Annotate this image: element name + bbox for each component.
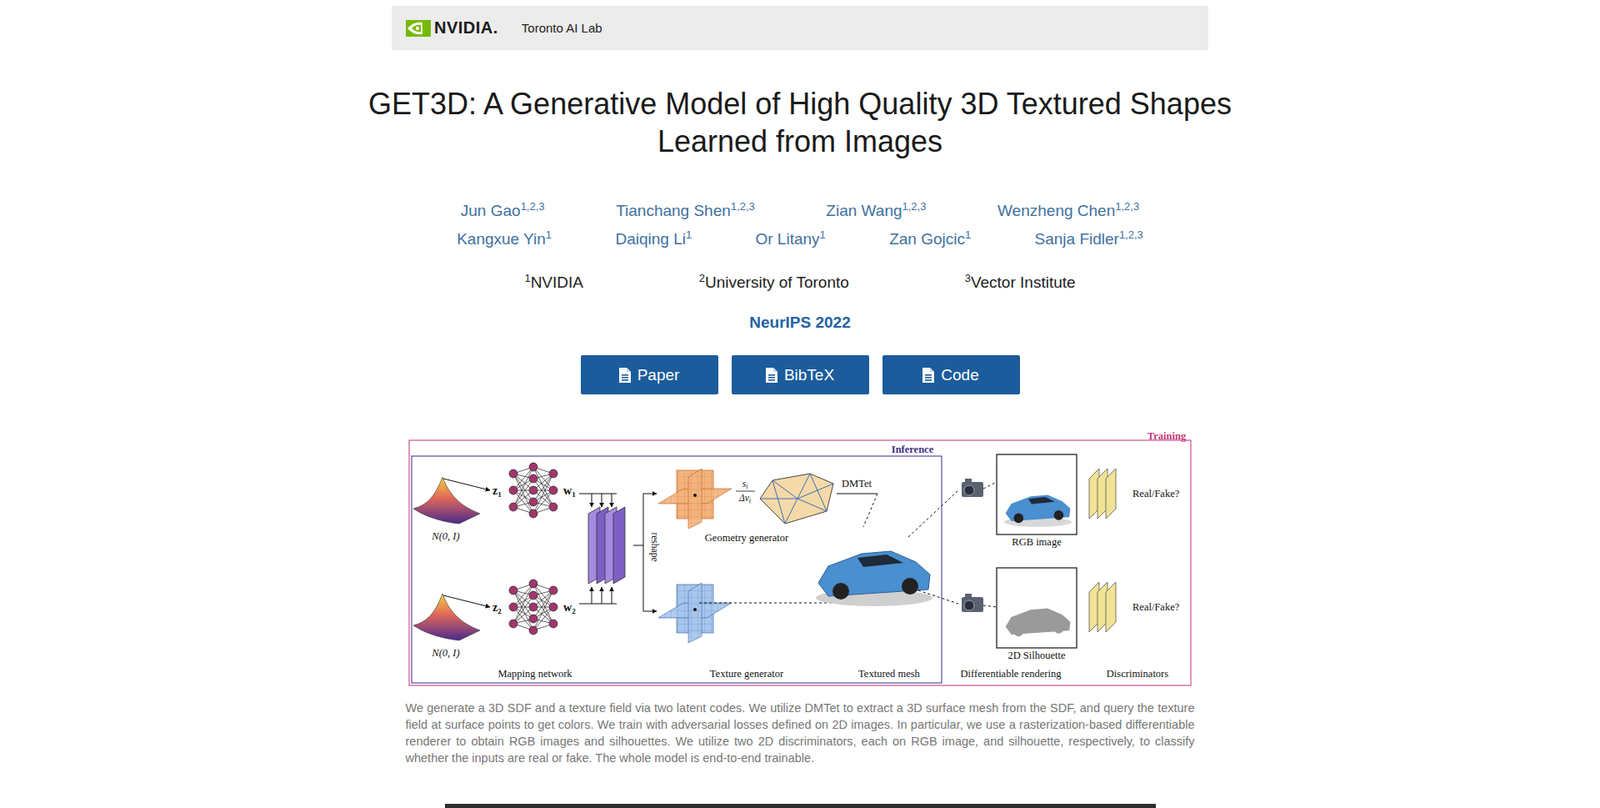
- stage-label: Discriminators: [1106, 667, 1169, 680]
- dmtet-label: DMTet: [841, 477, 872, 490]
- stage-label: Textured mesh: [858, 667, 921, 680]
- discriminator-icon: [1089, 581, 1116, 632]
- lab-name[interactable]: Toronto AI Lab: [521, 20, 603, 35]
- author-link[interactable]: Sanja Fidler1,2,3: [1035, 228, 1144, 250]
- paper-title: GET3D: A Generative Model of High Qualit…: [366, 85, 1234, 160]
- affiliation-list: 1NVIDIA 2University of Toronto 3Vector Ins…: [466, 271, 1134, 294]
- svg-text:Δvi: Δvi: [738, 492, 751, 505]
- stage-label: Differentiable rendering: [960, 667, 1063, 680]
- header-bar: NVIDIA. Toronto AI Lab: [391, 5, 1209, 50]
- image-label: 2D Silhouette: [1007, 649, 1066, 661]
- style-code: w1: [563, 484, 576, 499]
- discriminator-label: Real/Fake?: [1132, 487, 1180, 500]
- author-link[interactable]: Zian Wang1,2,3: [825, 200, 926, 222]
- image-label: RGB image: [1011, 535, 1062, 548]
- nvidia-logo[interactable]: NVIDIA.: [405, 18, 499, 38]
- author-link[interactable]: Zan Gojcic1: [889, 228, 971, 250]
- nvidia-eye-icon: [405, 20, 431, 37]
- camera-icon: [961, 593, 984, 612]
- stage-label: Texture generator: [710, 667, 785, 680]
- rgb-image: [996, 454, 1077, 535]
- discriminator-label: Real/Fake?: [1132, 600, 1180, 613]
- distribution-label: N(0, I): [430, 530, 460, 542]
- document-icon: [619, 367, 631, 383]
- author-link[interactable]: Tianchang Shen1,2,3: [615, 200, 755, 222]
- mapping-network-icon: [509, 579, 558, 635]
- training-label: Training: [1147, 430, 1187, 442]
- pipeline-diagram: Training Inference N(0, I) z1 w1 N(0, I) z2 w2 r…: [408, 430, 1192, 689]
- author-list: Jun Gao1,2,3 Tianchang Shen1,2,3 Zian Wang…: [425, 200, 1175, 250]
- video-player[interactable]: [445, 803, 1156, 808]
- gaussian-icon: [413, 593, 480, 640]
- project-page: NVIDIA. Toronto AI Lab GET3D: A Generati…: [383, 0, 1217, 808]
- author-link[interactable]: Daiqing Li1: [615, 228, 692, 250]
- sdf-fraction: si Δvi: [735, 478, 755, 505]
- geometry-generator-label: Geometry generator: [705, 531, 790, 544]
- latent-code: z2: [492, 600, 502, 615]
- link-buttons: Paper BibTeX Code: [580, 355, 1020, 395]
- feature-stack-icon: [588, 506, 625, 584]
- latent-code: z1: [492, 484, 502, 499]
- affiliation: 3Vector Institute: [965, 271, 1076, 294]
- svg-text:si: si: [742, 478, 749, 490]
- document-icon: [765, 367, 778, 383]
- affiliation: 2University of Toronto: [699, 271, 850, 294]
- figure-caption: We generate a 3D SDF and a texture field…: [405, 699, 1195, 766]
- mapping-network-icon: [509, 462, 558, 518]
- silhouette-image: [996, 567, 1077, 648]
- style-code: w2: [563, 600, 576, 615]
- author-row: Kangxue Yin1 Daiqing Li1 Or Litany1 Zan Goj…: [425, 228, 1175, 250]
- discriminator-icon: [1089, 468, 1116, 519]
- textured-mesh-picture: [815, 550, 933, 606]
- author-link[interactable]: Wenzheng Chen1,2,3: [997, 200, 1140, 222]
- venue-link[interactable]: NeurIPS 2022: [749, 311, 850, 334]
- document-icon: [922, 367, 935, 383]
- camera-icon: [961, 478, 984, 497]
- link-button[interactable]: Paper: [580, 355, 719, 395]
- tetrahedral-mesh-icon: [760, 473, 834, 524]
- reshape-label: reshape: [649, 531, 660, 561]
- affiliation: 1NVIDIA: [524, 271, 584, 294]
- author-row: Jun Gao1,2,3 Tianchang Shen1,2,3 Zian Wang…: [425, 200, 1175, 222]
- distribution-label: N(0, I): [430, 646, 460, 659]
- link-button[interactable]: Code: [882, 355, 1020, 395]
- texture-triplane-icon: [658, 582, 732, 643]
- latent-branch: N(0, I) z2 w2: [413, 579, 576, 659]
- link-button[interactable]: BibTeX: [731, 355, 870, 395]
- author-link[interactable]: Or Litany1: [755, 228, 825, 250]
- gaussian-icon: [413, 476, 480, 524]
- geometry-triplane-icon: [658, 468, 732, 529]
- inference-label: Inference: [891, 443, 935, 455]
- stage-label: Mapping network: [497, 667, 573, 680]
- training-box: [409, 440, 1191, 685]
- inference-box: [411, 455, 942, 683]
- latent-branch: N(0, I) z1 w1: [413, 462, 576, 542]
- author-link[interactable]: Kangxue Yin1: [456, 228, 552, 250]
- author-link[interactable]: Jun Gao1,2,3: [460, 200, 545, 222]
